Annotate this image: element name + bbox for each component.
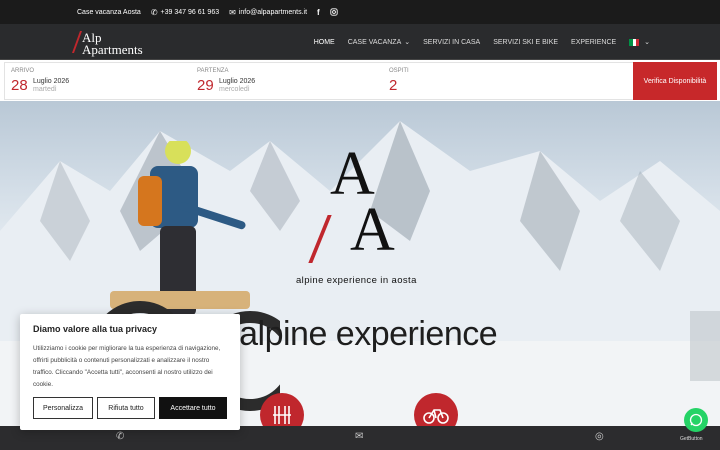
chevron-down-icon: ⌄ [404, 39, 411, 46]
guests-value: 2 [389, 77, 398, 94]
menu-item-label: CASE VACANZA [347, 39, 402, 46]
check-availability-button[interactable]: Verifica Disponibilità [633, 62, 717, 100]
site-logo[interactable]: Alp Apartments [71, 28, 166, 57]
whatsapp-button[interactable] [684, 408, 708, 432]
phone-number: +39 347 96 61 963 [160, 8, 220, 16]
bicycle-icon [423, 409, 449, 424]
whatsapp-icon [689, 413, 703, 427]
logo-red-slash [308, 215, 332, 263]
site-tagline: Case vacanza Aosta [77, 8, 141, 16]
cookie-banner: Diamo valore alla tua privacy Utilizziam… [20, 314, 240, 430]
menu-item-home[interactable]: HOME [314, 39, 335, 46]
phone-link[interactable]: ✆ +39 347 96 61 963 [151, 8, 219, 17]
chevron-down-icon: ⌄ [644, 39, 650, 46]
guests-field[interactable]: OSPITI 2 [389, 68, 569, 98]
arrival-day: 28 [11, 77, 28, 94]
departure-day: 29 [197, 77, 214, 94]
arrival-label: ARRIVO [11, 68, 35, 74]
booking-bar: ARRIVO 28 Luglio 2026 martedì PARTENZA 2… [4, 62, 717, 100]
cookie-text: Utilizziamo i cookie per migliorare la t… [33, 345, 221, 388]
ski-icon [273, 406, 291, 424]
cookie-title: Diamo valore alla tua privacy [33, 324, 158, 334]
menu-item-servizi-ski-bike[interactable]: SERVIZI SKI E BIKE [493, 39, 558, 46]
email-address: info@alpapartments.it [238, 8, 308, 16]
mail-icon[interactable]: ✉ [355, 431, 363, 442]
accept-all-button[interactable]: Accettare tutto [159, 397, 227, 419]
getbutton-label: GetButton [680, 436, 703, 442]
phone-icon: ✆ [150, 7, 158, 17]
top-bar: Case vacanza Aosta ✆ +39 347 96 61 963 ✉… [0, 0, 720, 24]
italian-flag-icon [629, 38, 640, 46]
email-link[interactable]: ✉ info@alpapartments.it [229, 8, 307, 17]
facebook-icon: f [317, 7, 320, 17]
mail-icon: ✉ [229, 7, 236, 17]
hero-tagline: alpine experience in aosta [296, 275, 417, 286]
menu: HOME CASE VACANZA ⌄ SERVIZI IN CASA SERVI… [314, 24, 650, 60]
customize-button[interactable]: Personalizza [33, 397, 93, 419]
departure-field[interactable]: PARTENZA 29 Luglio 2026 mercoledì [197, 68, 377, 98]
menu-item-servizi-in-casa[interactable]: SERVIZI IN CASA [423, 39, 480, 46]
language-switcher[interactable]: ⌄ [629, 38, 650, 46]
cookie-buttons: Personalizza Rifiuta tutto Accettare tut… [33, 397, 227, 419]
instagram-link[interactable] [330, 8, 338, 16]
instagram-icon [330, 8, 338, 16]
main-navigation: Alp Apartments HOME CASE VACANZA ⌄ SERVIZ… [0, 24, 720, 60]
logo-slash [71, 31, 83, 53]
departure-month: Luglio 2026 [219, 78, 256, 85]
arrival-month: Luglio 2026 [33, 78, 70, 85]
guests-label: OSPITI [389, 68, 409, 74]
whatsapp-icon[interactable]: ◎ [595, 431, 604, 442]
logo-line2: Apartments [82, 42, 143, 57]
phone-icon[interactable]: ✆ [116, 431, 124, 442]
arrival-weekday: martedì [33, 86, 57, 93]
arrival-field[interactable]: ARRIVO 28 Luglio 2026 martedì [11, 68, 191, 98]
facebook-link[interactable]: f [317, 8, 320, 17]
departure-label: PARTENZA [197, 68, 229, 74]
menu-item-experience[interactable]: EXPERIENCE [571, 39, 616, 46]
menu-item-case-vacanza[interactable]: CASE VACANZA ⌄ [348, 38, 410, 46]
logo-letter-bottom: A [350, 196, 395, 264]
reject-all-button[interactable]: Rifiuta tutto [97, 397, 155, 419]
departure-weekday: mercoledì [219, 86, 250, 93]
hero-logo: A A alpine experience in aosta [296, 143, 426, 293]
